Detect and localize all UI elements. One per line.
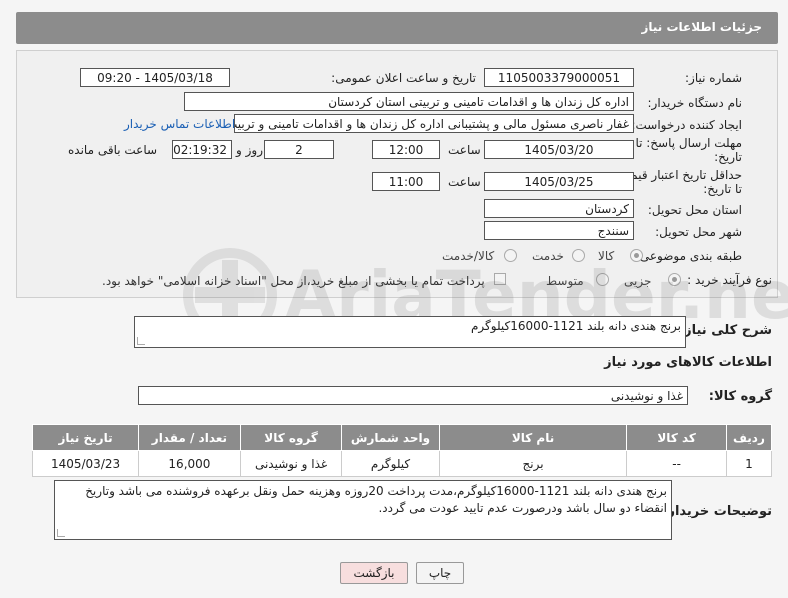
cell-code: -- <box>626 450 727 477</box>
cell-need-date: 1405/03/23 <box>31 450 140 477</box>
resize-grip-icon[interactable] <box>57 529 65 537</box>
reply-date-field[interactable]: 1405/03/20 <box>484 140 634 159</box>
need-number-label: شماره نیاز: <box>685 71 742 85</box>
buyer-org-field[interactable]: اداره کل زندان ها و اقدامات تامینی و ترب… <box>184 92 634 111</box>
page-title: جزئیات اطلاعات نیاز <box>641 20 762 34</box>
price-validity-label: حداقل تاریخ اعتبار قیمت: <box>615 168 742 182</box>
category-radio-goods-service-label: کالا/خدمت <box>442 249 495 263</box>
process-radio-medium[interactable] <box>596 273 609 286</box>
col-need-date: تاریخ نیاز <box>31 424 140 451</box>
category-radio-service[interactable] <box>572 249 585 262</box>
remaining-time-field[interactable]: 02:19:32 <box>172 140 232 159</box>
day-and-label: روز و <box>236 143 263 157</box>
table-row[interactable]: 1 -- برنج کیلوگرم غذا و نوشیدنی 16,000 1… <box>31 450 773 477</box>
cell-unit: کیلوگرم <box>341 450 440 477</box>
price-validity-label-2: تا تاریخ: <box>703 182 742 196</box>
goods-section-title: اطلاعات کالاهای مورد نیاز <box>604 355 772 370</box>
creator-field[interactable]: غفار ناصری مسئول مالی و پشتیبانی اداره ک… <box>234 114 634 133</box>
print-button[interactable]: چاپ <box>416 562 464 584</box>
buyer-notes-label: توضیحات خریدار: <box>662 504 772 519</box>
col-name: نام کالا <box>438 424 628 451</box>
goods-group-label: گروه کالا: <box>708 389 772 404</box>
price-time-field[interactable]: 11:00 <box>372 172 440 191</box>
cell-name: برنج <box>438 450 628 477</box>
buyer-notes-textarea[interactable]: برنج هندی دانه بلند 1121-16000کیلوگرم،مد… <box>54 480 672 540</box>
reply-deadline-label: مهلت ارسال پاسخ: تا <box>635 136 742 150</box>
items-table: ردیف کد کالا نام کالا واحد شمارش گروه کا… <box>31 424 773 477</box>
reply-time-label: ساعت <box>448 143 481 157</box>
page-header: جزئیات اطلاعات نیاز <box>16 12 778 44</box>
col-group: گروه کالا <box>239 424 343 451</box>
category-radio-goods-label: کالا <box>598 249 615 263</box>
need-number-field[interactable]: 1105003379000051 <box>484 68 634 87</box>
resize-grip-icon[interactable] <box>137 337 145 345</box>
process-radio-medium-label: متوسط <box>546 274 584 288</box>
cell-group: غذا و نوشیدنی <box>239 450 343 477</box>
days-count-field[interactable]: 2 <box>264 140 334 159</box>
city-field[interactable]: سنندج <box>484 221 634 240</box>
col-unit: واحد شمارش <box>341 424 440 451</box>
reply-time-field[interactable]: 12:00 <box>372 140 440 159</box>
summary-textarea[interactable]: برنج هندی دانه بلند 1121-16000کیلوگرم <box>134 316 686 348</box>
announce-label: تاریخ و ساعت اعلان عمومی: <box>331 71 476 85</box>
category-radio-service-label: خدمت <box>532 249 564 263</box>
process-radio-minor[interactable] <box>668 273 681 286</box>
city-label: شهر محل تحویل: <box>655 225 742 239</box>
summary-label: شرح کلی نیاز: <box>678 323 772 338</box>
category-label: طبقه بندی موضوعی: <box>635 249 742 263</box>
treasury-checkbox[interactable] <box>494 273 506 285</box>
table-header-row: ردیف کد کالا نام کالا واحد شمارش گروه کا… <box>31 424 773 451</box>
province-label: استان محل تحویل: <box>647 203 742 217</box>
category-radio-goods-service[interactable] <box>504 249 517 262</box>
reply-deadline-label-2: تاریخ: <box>714 150 742 164</box>
cell-row: 1 <box>725 450 773 477</box>
remaining-time-label: ساعت باقی مانده <box>68 143 158 157</box>
buyer-org-label: نام دستگاه خریدار: <box>647 96 743 110</box>
price-date-field[interactable]: 1405/03/25 <box>484 172 634 191</box>
cell-quantity: 16,000 <box>138 450 241 477</box>
buyer-contact-link[interactable]: اطلاعات تماس خریدار <box>124 117 235 131</box>
summary-text: برنج هندی دانه بلند 1121-16000کیلوگرم <box>471 319 681 333</box>
province-field[interactable]: کردستان <box>484 199 634 218</box>
col-row: ردیف <box>725 424 773 451</box>
buyer-notes-text: برنج هندی دانه بلند 1121-16000کیلوگرم،مد… <box>85 484 667 515</box>
category-radio-goods[interactable] <box>630 249 643 262</box>
back-button[interactable]: بازگشت <box>340 562 408 584</box>
price-time-label: ساعت <box>448 175 481 189</box>
col-quantity: تعداد / مقدار <box>138 424 241 451</box>
creator-label: ایجاد کننده درخواست: <box>631 118 742 132</box>
announce-field[interactable]: 1405/03/18 - 09:20 <box>80 68 230 87</box>
process-label: نوع فرآیند خرید : <box>687 273 772 287</box>
treasury-note: پرداخت تمام یا بخشی از مبلغ خرید،از محل … <box>102 274 485 288</box>
process-radio-minor-label: جزیی <box>624 274 652 288</box>
col-code: کد کالا <box>626 424 727 451</box>
goods-group-field[interactable]: غذا و نوشیدنی <box>138 386 688 405</box>
